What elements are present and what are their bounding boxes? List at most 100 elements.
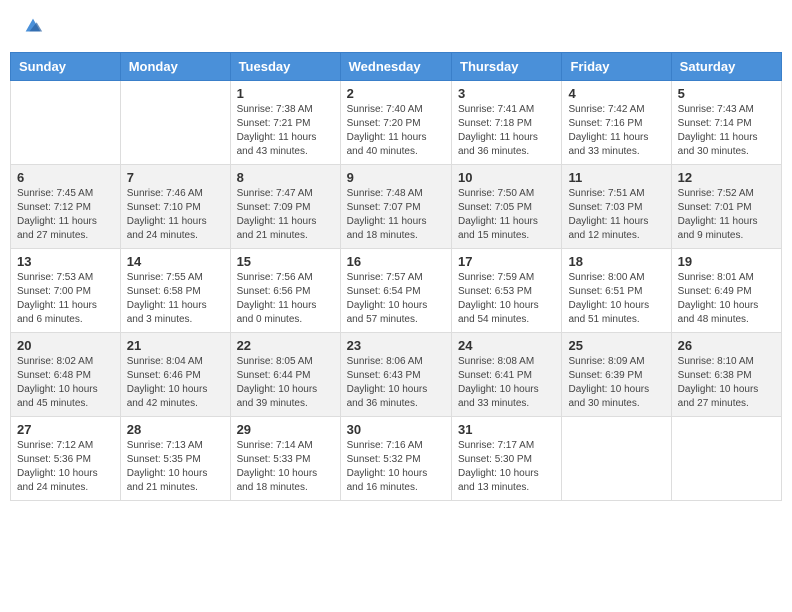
day-info: Sunrise: 8:04 AMSunset: 6:46 PMDaylight:… [127,355,224,411]
day-info: Sunrise: 7:45 AMSunset: 7:12 PMDaylight:… [17,187,114,243]
day-info: Sunrise: 7:48 AMSunset: 7:07 PMDaylight:… [347,187,445,243]
calendar-cell: 23 Sunrise: 8:06 AMSunset: 6:43 PMDayligh… [340,333,451,417]
calendar-cell: 22 Sunrise: 8:05 AMSunset: 6:44 PMDayligh… [230,333,340,417]
calendar-cell: 6 Sunrise: 7:45 AMSunset: 7:12 PMDaylight… [11,165,121,249]
day-info: Sunrise: 7:57 AMSunset: 6:54 PMDaylight:… [347,271,445,327]
calendar-cell: 5Sunrise: 7:43 AMSunset: 7:14 PMDaylight… [671,81,781,165]
day-number: 23 [347,338,445,353]
day-number: 26 [678,338,775,353]
day-info: Sunrise: 7:46 AMSunset: 7:10 PMDaylight:… [127,187,224,243]
calendar-cell: 27Sunrise: 7:12 AMSunset: 5:36 PMDayligh… [11,417,121,501]
calendar-cell: 11Sunrise: 7:51 AMSunset: 7:03 PMDayligh… [562,165,671,249]
day-info: Sunrise: 7:38 AMSunset: 7:21 PMDaylight:… [237,103,334,159]
calendar-cell: 13Sunrise: 7:53 AMSunset: 7:00 PMDayligh… [11,249,121,333]
day-number: 18 [568,254,664,269]
day-info: Sunrise: 7:53 AMSunset: 7:00 PMDaylight:… [17,271,114,327]
calendar: SundayMondayTuesdayWednesdayThursdayFrid… [10,52,782,501]
day-number: 6 [17,170,114,185]
calendar-cell: 15 Sunrise: 7:56 AMSunset: 6:56 PMDayligh… [230,249,340,333]
day-number: 12 [678,170,775,185]
calendar-cell: 17 Sunrise: 7:59 AMSunset: 6:53 PMDayligh… [452,249,562,333]
day-info: Sunrise: 8:08 AMSunset: 6:41 PMDaylight:… [458,355,555,411]
day-info: Sunrise: 7:41 AMSunset: 7:18 PMDaylight:… [458,103,555,159]
day-number: 7 [127,170,224,185]
calendar-cell: 30Sunrise: 7:16 AMSunset: 5:32 PMDayligh… [340,417,451,501]
day-of-week-header: Monday [120,53,230,81]
day-info: Sunrise: 7:59 AMSunset: 6:53 PMDaylight:… [458,271,555,327]
logo-icon [22,15,44,37]
day-number: 20 [17,338,114,353]
day-number: 9 [347,170,445,185]
calendar-cell [120,81,230,165]
calendar-week-row: 1 Sunrise: 7:38 AMSunset: 7:21 PMDaylight… [11,81,782,165]
day-of-week-header: Wednesday [340,53,451,81]
day-info: Sunrise: 7:13 AMSunset: 5:35 PMDaylight:… [127,439,224,495]
calendar-cell: 2 Sunrise: 7:40 AMSunset: 7:20 PMDaylight… [340,81,451,165]
day-info: Sunrise: 7:40 AMSunset: 7:20 PMDaylight:… [347,103,445,159]
calendar-cell: 9 Sunrise: 7:48 AMSunset: 7:07 PMDaylight… [340,165,451,249]
calendar-cell: 20 Sunrise: 8:02 AMSunset: 6:48 PMDayligh… [11,333,121,417]
calendar-cell: 19Sunrise: 8:01 AMSunset: 6:49 PMDayligh… [671,249,781,333]
day-of-week-header: Friday [562,53,671,81]
day-number: 1 [237,86,334,101]
logo [20,15,44,37]
day-info: Sunrise: 8:02 AMSunset: 6:48 PMDaylight:… [17,355,114,411]
calendar-cell: 24 Sunrise: 8:08 AMSunset: 6:41 PMDayligh… [452,333,562,417]
day-info: Sunrise: 7:14 AMSunset: 5:33 PMDaylight:… [237,439,334,495]
day-number: 10 [458,170,555,185]
calendar-cell: 26Sunrise: 8:10 AMSunset: 6:38 PMDayligh… [671,333,781,417]
day-number: 4 [568,86,664,101]
day-number: 19 [678,254,775,269]
day-of-week-header: Saturday [671,53,781,81]
calendar-cell: 1 Sunrise: 7:38 AMSunset: 7:21 PMDaylight… [230,81,340,165]
day-number: 17 [458,254,555,269]
day-number: 29 [237,422,334,437]
day-of-week-header: Thursday [452,53,562,81]
day-number: 31 [458,422,555,437]
calendar-cell: 25 Sunrise: 8:09 AMSunset: 6:39 PMDayligh… [562,333,671,417]
day-number: 24 [458,338,555,353]
calendar-header-row: SundayMondayTuesdayWednesdayThursdayFrid… [11,53,782,81]
day-number: 22 [237,338,334,353]
calendar-week-row: 20 Sunrise: 8:02 AMSunset: 6:48 PMDayligh… [11,333,782,417]
calendar-cell: 31 Sunrise: 7:17 AMSunset: 5:30 PMDayligh… [452,417,562,501]
calendar-cell: 14 Sunrise: 7:55 AMSunset: 6:58 PMDayligh… [120,249,230,333]
calendar-cell [11,81,121,165]
day-info: Sunrise: 8:00 AMSunset: 6:51 PMDaylight:… [568,271,664,327]
calendar-cell: 10 Sunrise: 7:50 AMSunset: 7:05 PMDayligh… [452,165,562,249]
calendar-week-row: 13Sunrise: 7:53 AMSunset: 7:00 PMDayligh… [11,249,782,333]
calendar-cell: 3 Sunrise: 7:41 AMSunset: 7:18 PMDaylight… [452,81,562,165]
day-number: 2 [347,86,445,101]
calendar-cell: 28 Sunrise: 7:13 AMSunset: 5:35 PMDayligh… [120,417,230,501]
day-info: Sunrise: 8:09 AMSunset: 6:39 PMDaylight:… [568,355,664,411]
day-info: Sunrise: 7:55 AMSunset: 6:58 PMDaylight:… [127,271,224,327]
day-number: 25 [568,338,664,353]
day-number: 15 [237,254,334,269]
day-info: Sunrise: 7:16 AMSunset: 5:32 PMDaylight:… [347,439,445,495]
calendar-cell: 4 Sunrise: 7:42 AMSunset: 7:16 PMDaylight… [562,81,671,165]
day-number: 5 [678,86,775,101]
day-number: 21 [127,338,224,353]
day-info: Sunrise: 7:52 AMSunset: 7:01 PMDaylight:… [678,187,775,243]
day-of-week-header: Tuesday [230,53,340,81]
header [10,10,782,42]
day-info: Sunrise: 7:56 AMSunset: 6:56 PMDaylight:… [237,271,334,327]
calendar-cell: 7 Sunrise: 7:46 AMSunset: 7:10 PMDaylight… [120,165,230,249]
day-info: Sunrise: 7:42 AMSunset: 7:16 PMDaylight:… [568,103,664,159]
calendar-cell: 8Sunrise: 7:47 AMSunset: 7:09 PMDaylight… [230,165,340,249]
day-number: 16 [347,254,445,269]
day-info: Sunrise: 8:06 AMSunset: 6:43 PMDaylight:… [347,355,445,411]
day-info: Sunrise: 7:50 AMSunset: 7:05 PMDaylight:… [458,187,555,243]
day-number: 3 [458,86,555,101]
day-info: Sunrise: 8:05 AMSunset: 6:44 PMDaylight:… [237,355,334,411]
calendar-cell [671,417,781,501]
day-number: 14 [127,254,224,269]
calendar-cell: 18 Sunrise: 8:00 AMSunset: 6:51 PMDayligh… [562,249,671,333]
calendar-week-row: 6 Sunrise: 7:45 AMSunset: 7:12 PMDaylight… [11,165,782,249]
day-number: 11 [568,170,664,185]
day-number: 28 [127,422,224,437]
calendar-cell: 16 Sunrise: 7:57 AMSunset: 6:54 PMDayligh… [340,249,451,333]
day-info: Sunrise: 7:17 AMSunset: 5:30 PMDaylight:… [458,439,555,495]
day-number: 27 [17,422,114,437]
day-info: Sunrise: 7:47 AMSunset: 7:09 PMDaylight:… [237,187,334,243]
